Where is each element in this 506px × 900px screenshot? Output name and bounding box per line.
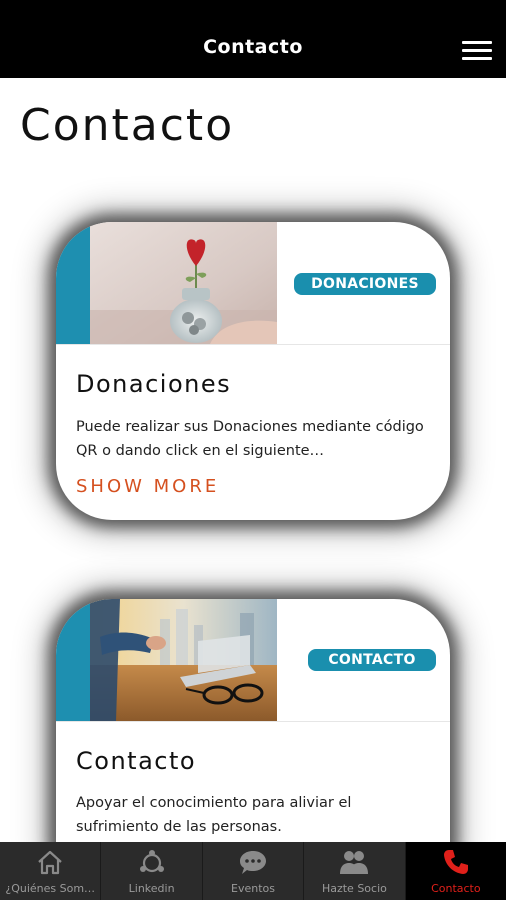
divider (56, 344, 450, 345)
tab-linkedin[interactable]: Linkedin (101, 842, 203, 900)
tab-contacto[interactable]: Contacto (405, 842, 506, 900)
category-badge: DONACIONES (294, 273, 436, 295)
card-description: Puede realizar sus Donaciones mediante c… (76, 419, 424, 459)
tab-label: ¿Quiénes Som… (5, 882, 96, 895)
menu-icon[interactable] (462, 41, 492, 61)
bottom-tab-bar: ¿Quiénes Som… Linkedin Eventos Hazte Soc… (0, 842, 506, 900)
category-badge: CONTACTO (308, 649, 436, 671)
card-image (56, 599, 277, 721)
tab-eventos[interactable]: Eventos (203, 842, 305, 900)
people-icon (340, 851, 369, 874)
card-image (56, 222, 277, 344)
chat-bubble-icon (240, 851, 267, 874)
tab-label: Hazte Socio (321, 882, 387, 895)
accent-stripe (56, 222, 90, 344)
home-icon (38, 850, 62, 875)
page-title: Contacto (20, 100, 235, 151)
phone-icon (443, 850, 468, 874)
app-bar-title: Contacto (203, 36, 303, 58)
show-more-link[interactable]: SHOW MORE (76, 476, 219, 497)
accent-stripe (56, 599, 90, 721)
network-icon (139, 850, 164, 873)
tab-label: Linkedin (128, 882, 175, 895)
tab-label: Eventos (231, 882, 275, 895)
heart-plant-jar-photo (90, 222, 277, 344)
top-app-bar: Contacto (0, 0, 506, 78)
divider (56, 721, 450, 722)
card-description: Apoyar el conocimiento para aliviar el s… (76, 795, 352, 835)
donaciones-card[interactable]: DONACIONES Donaciones Puede realizar sus… (56, 222, 450, 520)
tab-hazte-socio[interactable]: Hazte Socio (304, 842, 406, 900)
tab-label: Contacto (431, 882, 481, 895)
card-title: Contacto (76, 747, 197, 775)
desk-laptop-glasses-photo (90, 599, 277, 721)
tab-quienes-somos[interactable]: ¿Quiénes Som… (0, 842, 102, 900)
card-title: Donaciones (76, 370, 232, 398)
